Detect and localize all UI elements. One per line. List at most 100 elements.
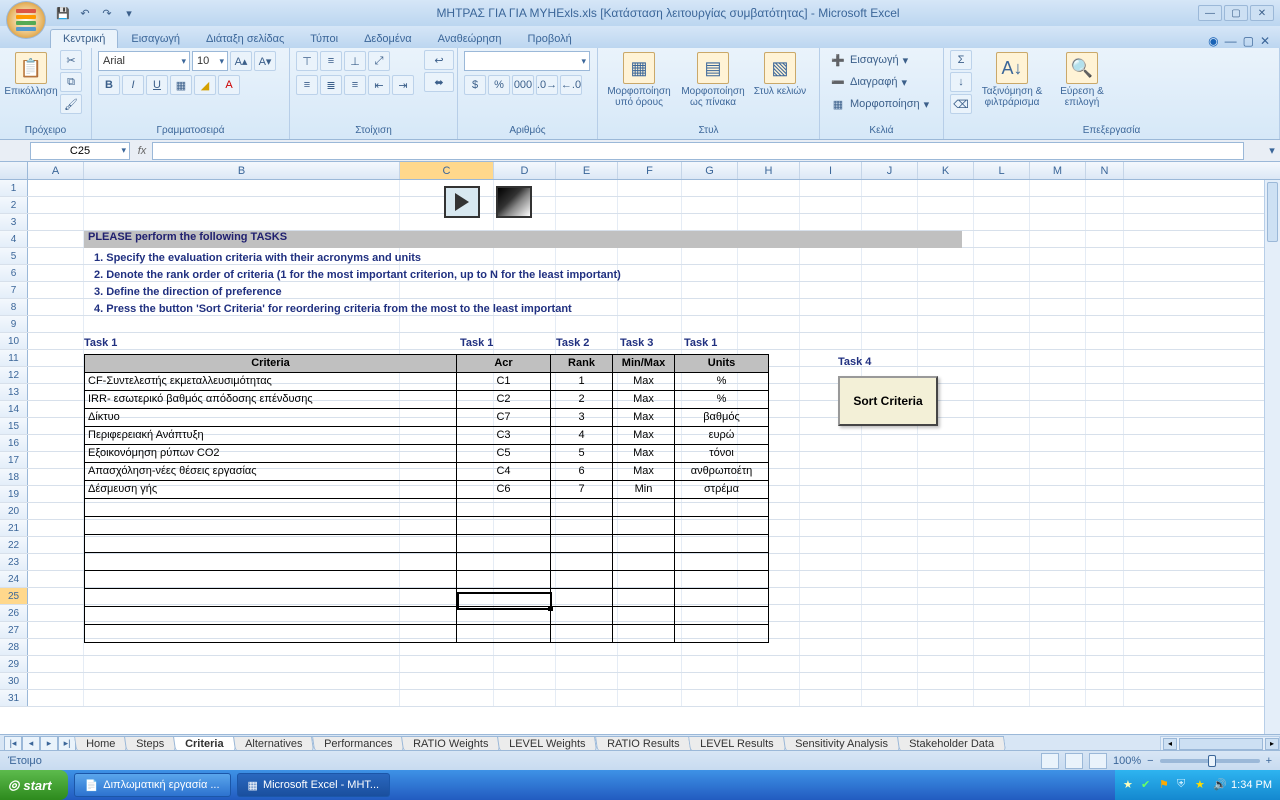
decrease-decimal-icon[interactable]: ←.0 [560,75,582,95]
align-left-icon[interactable]: ≡ [296,75,318,95]
row-header[interactable]: 10 [0,333,28,349]
row-header[interactable]: 3 [0,214,28,230]
zoom-level[interactable]: 100% [1113,755,1141,767]
tray-icon[interactable]: 🔊 [1213,778,1227,792]
sort-criteria-button[interactable]: Sort Criteria [838,376,938,426]
minimize-button[interactable]: — [1198,5,1222,21]
spreadsheet-grid[interactable]: ABCDEFGHIJKLMN 1234567891011121314151617… [0,162,1280,760]
tab-formulas[interactable]: Τύποι [297,29,351,48]
row-header[interactable]: 14 [0,401,28,417]
column-header[interactable]: D [494,162,556,179]
underline-button[interactable]: U [146,75,168,95]
taskbar-item-word[interactable]: 📄Διπλωματική εργασία ... [74,773,231,797]
row-header[interactable]: 12 [0,367,28,383]
close-button[interactable]: ✕ [1250,5,1274,21]
redo-icon[interactable]: ↷ [98,4,116,22]
gradient-macro-button[interactable] [496,186,532,218]
increase-decimal-icon[interactable]: .0→ [536,75,558,95]
zoom-out-button[interactable]: − [1147,755,1153,767]
column-header[interactable]: E [556,162,618,179]
shrink-font-icon[interactable]: A▾ [254,51,276,71]
save-icon[interactable]: 💾 [54,4,72,22]
vertical-scrollbar[interactable] [1264,180,1280,760]
column-header[interactable]: N [1086,162,1124,179]
insert-cells-button[interactable]: ➕Εισαγωγή ▾ [826,50,937,70]
row-header[interactable]: 24 [0,571,28,587]
ribbon-restore-button[interactable]: ▢ [1243,34,1254,48]
page-layout-view-button[interactable] [1065,753,1083,769]
zoom-in-button[interactable]: + [1266,755,1272,767]
row-header[interactable]: 26 [0,605,28,621]
format-as-table-button[interactable]: ▤Μορφοποίηση ως πίνακα [678,50,748,122]
percent-icon[interactable]: % [488,75,510,95]
sheet-tab[interactable]: Performances [311,736,404,751]
start-button[interactable]: ◎ start [0,770,68,800]
align-middle-icon[interactable]: ≡ [320,51,342,71]
tray-icon[interactable]: ⛨ [1177,778,1191,792]
currency-icon[interactable]: $ [464,75,486,95]
column-header[interactable]: C [400,162,494,179]
row-header[interactable]: 18 [0,469,28,485]
ribbon-close-button[interactable]: ✕ [1260,34,1270,48]
row-header[interactable]: 31 [0,690,28,706]
row-header[interactable]: 20 [0,503,28,519]
autosum-icon[interactable]: Σ [950,50,972,70]
qat-more-icon[interactable]: ▾ [120,4,138,22]
page-break-view-button[interactable] [1089,753,1107,769]
column-header[interactable]: M [1030,162,1086,179]
sheet-tab[interactable]: LEVEL Weights [497,736,598,751]
format-painter-icon[interactable]: 🖌 [60,94,82,114]
find-select-button[interactable]: 🔍Εύρεση & επιλογή [1052,50,1112,122]
sheet-tab[interactable]: Home [74,736,127,751]
row-header[interactable]: 17 [0,452,28,468]
row-header[interactable]: 23 [0,554,28,570]
align-top-icon[interactable]: ⊤ [296,51,318,71]
column-header[interactable]: H [738,162,800,179]
taskbar-item-excel[interactable]: ▦Microsoft Excel - ΜΗΤ... [237,773,391,797]
sheet-tab[interactable]: Stakeholder Data [897,736,1006,751]
italic-button[interactable]: I [122,75,144,95]
row-header[interactable]: 15 [0,418,28,434]
row-header[interactable]: 30 [0,673,28,689]
wrap-text-button[interactable]: ↩ [424,50,454,70]
row-header[interactable]: 5 [0,248,28,264]
tray-icon[interactable]: ✔ [1141,778,1155,792]
formula-expand-icon[interactable]: ▾ [1264,144,1280,157]
row-header[interactable]: 13 [0,384,28,400]
row-header[interactable]: 16 [0,435,28,451]
bold-button[interactable]: B [98,75,120,95]
row-header[interactable]: 9 [0,316,28,332]
column-header[interactable]: F [618,162,682,179]
decrease-indent-icon[interactable]: ⇤ [368,75,390,95]
row-header[interactable]: 29 [0,656,28,672]
name-box[interactable]: C25 [30,142,130,160]
fill-icon[interactable]: ↓ [950,72,972,92]
row-header[interactable]: 6 [0,265,28,281]
merge-center-button[interactable]: ⬌ [424,72,454,92]
border-button[interactable]: ▦ [170,75,192,95]
sheet-tab[interactable]: Steps [124,736,176,751]
row-header[interactable]: 8 [0,299,28,315]
sheet-tab[interactable]: RATIO Results [595,736,692,751]
fx-icon[interactable]: fx [132,145,152,157]
undo-icon[interactable]: ↶ [76,4,94,22]
row-header[interactable]: 4 [0,231,28,247]
row-header[interactable]: 19 [0,486,28,502]
zoom-slider[interactable] [1160,759,1260,763]
criteria-table[interactable]: CriteriaAcrRankMin/MaxUnitsCF-Συντελεστή… [84,354,769,643]
font-size-combo[interactable]: 10 [192,51,228,71]
formula-input[interactable] [152,142,1244,160]
comma-icon[interactable]: 000 [512,75,534,95]
sheet-tab[interactable]: RATIO Weights [401,736,500,751]
sheet-tab[interactable]: Sensitivity Analysis [783,736,900,751]
tab-review[interactable]: Αναθεώρηση [425,29,515,48]
office-button[interactable] [6,1,46,39]
tray-icon[interactable]: ⚑ [1159,778,1173,792]
sheet-tab[interactable]: LEVEL Results [688,736,786,751]
system-tray[interactable]: ★ ✔ ⚑ ⛨ ★ 🔊 1:34 PM [1115,770,1280,800]
tab-page-layout[interactable]: Διάταξη σελίδας [193,29,297,48]
delete-cells-button[interactable]: ➖Διαγραφή ▾ [826,72,937,92]
row-header[interactable]: 7 [0,282,28,298]
sheet-tab[interactable]: Alternatives [233,736,315,751]
restore-button[interactable]: ▢ [1224,5,1248,21]
